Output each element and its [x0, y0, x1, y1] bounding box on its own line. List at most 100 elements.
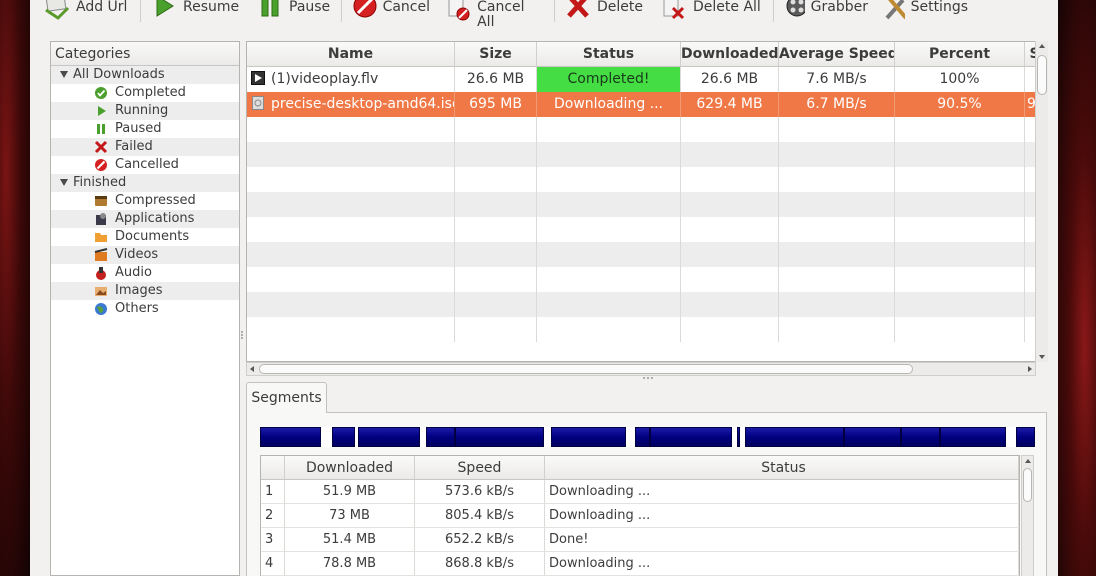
- segment-row[interactable]: 4 78.8 MB 868.8 kB/s Downloading ...: [261, 552, 1019, 576]
- scroll-up-icon[interactable]: [1039, 44, 1045, 48]
- cancelled-icon: [94, 158, 108, 172]
- segment-row[interactable]: 1 51.9 MB 573.6 kB/s Downloading ...: [261, 480, 1019, 504]
- pause-icon: [257, 0, 283, 22]
- grabber-button[interactable]: Grabber: [776, 0, 876, 22]
- category-finished[interactable]: Finished: [51, 174, 239, 192]
- pane-resize-handle[interactable]: [642, 377, 656, 381]
- segment-row[interactable]: 2 73 MB 805.4 kB/s Downloading ...: [261, 504, 1019, 528]
- empty-row: [247, 142, 1045, 167]
- delete-all-button[interactable]: Delete All: [653, 0, 771, 22]
- delete-all-icon: [661, 0, 687, 22]
- settings-button[interactable]: Settings: [876, 0, 976, 22]
- empty-row: [247, 292, 1045, 317]
- category-running[interactable]: Running: [51, 102, 239, 120]
- download-size: 695 MB: [455, 92, 537, 117]
- globe-icon: [94, 302, 108, 316]
- empty-row: [247, 192, 1045, 217]
- download-name: (1)videoplay.flv: [271, 71, 379, 87]
- download-speed: 6.7 MB/s: [779, 92, 895, 117]
- segment-block: [551, 427, 626, 447]
- category-videos[interactable]: Videos: [51, 246, 239, 264]
- empty-row: [247, 242, 1045, 267]
- expander-icon[interactable]: [60, 179, 68, 186]
- pause-button[interactable]: Pause: [249, 0, 339, 22]
- add-url-icon: [44, 0, 70, 22]
- download-downloaded: 26.6 MB: [681, 67, 779, 92]
- categories-panel: Categories All Downloads Completed Runni…: [50, 41, 240, 576]
- segments-vertical-scrollbar[interactable]: [1021, 455, 1034, 576]
- tab-segments[interactable]: Segments: [246, 382, 327, 413]
- applications-icon: [94, 212, 108, 226]
- scroll-left-icon[interactable]: [250, 366, 254, 372]
- empty-row: [247, 317, 1045, 342]
- segment-block: [745, 427, 844, 447]
- expander-icon[interactable]: [60, 71, 68, 78]
- download-status: Completed!: [537, 67, 681, 92]
- scrollbar-thumb[interactable]: [259, 364, 913, 374]
- scroll-up-icon[interactable]: [1025, 459, 1031, 463]
- category-applications[interactable]: Applications: [51, 210, 239, 228]
- cancel-button[interactable]: Cancel: [344, 0, 438, 22]
- resume-button[interactable]: Resume: [143, 0, 249, 22]
- downloads-vertical-scrollbar[interactable]: [1035, 41, 1048, 362]
- segments-progress-bar: [260, 427, 1035, 447]
- disc-image-file-icon: [251, 94, 265, 110]
- desktop-wallpaper-left: [0, 0, 30, 576]
- downloads-horizontal-scrollbar[interactable]: [246, 362, 1036, 376]
- failed-icon: [94, 140, 108, 154]
- settings-icon: [884, 0, 905, 22]
- toolbar-separator: [341, 0, 342, 22]
- column-header-downloaded[interactable]: Downloaded: [285, 456, 415, 479]
- toolbar-separator: [554, 0, 555, 22]
- column-header-downloaded[interactable]: Downloaded: [681, 42, 779, 66]
- grabber-icon: [784, 0, 805, 22]
- scroll-right-icon[interactable]: [1028, 366, 1032, 372]
- folder-icon: [94, 230, 108, 244]
- empty-row: [247, 167, 1045, 192]
- delete-button[interactable]: Delete: [557, 0, 653, 22]
- category-failed[interactable]: Failed: [51, 138, 239, 156]
- category-images[interactable]: Images: [51, 282, 239, 300]
- segment-block: [737, 427, 740, 447]
- category-audio[interactable]: Audio: [51, 264, 239, 282]
- delete-icon: [565, 0, 591, 22]
- category-others[interactable]: Others: [51, 300, 239, 318]
- column-header-size[interactable]: Size: [455, 42, 537, 66]
- running-icon: [94, 104, 108, 118]
- scrollbar-thumb[interactable]: [1023, 468, 1032, 502]
- download-row[interactable]: (1)videoplay.flv 26.6 MB Completed! 26.6…: [247, 67, 1045, 92]
- column-header-average-speed[interactable]: Average Speed: [779, 42, 895, 66]
- download-status: Downloading ...: [537, 92, 681, 117]
- category-cancelled[interactable]: Cancelled: [51, 156, 239, 174]
- segment-block: [358, 427, 420, 447]
- category-completed[interactable]: Completed: [51, 84, 239, 102]
- column-header-name[interactable]: Name: [247, 42, 455, 66]
- desktop-wallpaper-right: [1058, 0, 1096, 576]
- category-documents[interactable]: Documents: [51, 228, 239, 246]
- column-header-status[interactable]: Status: [537, 42, 681, 66]
- category-all-downloads[interactable]: All Downloads: [51, 66, 239, 84]
- download-name: precise-desktop-amd64.iso: [271, 96, 455, 112]
- video-file-icon: [251, 69, 265, 85]
- cancel-all-button[interactable]: Cancel All: [438, 0, 552, 30]
- categories-header: Categories: [51, 42, 239, 66]
- scroll-down-icon[interactable]: [1039, 355, 1045, 359]
- category-compressed[interactable]: Compressed: [51, 192, 239, 210]
- completed-icon: [94, 86, 108, 100]
- download-row-selected[interactable]: precise-desktop-amd64.iso 695 MB Downloa…: [247, 92, 1045, 117]
- category-paused[interactable]: Paused: [51, 120, 239, 138]
- scrollbar-thumb[interactable]: [1037, 55, 1047, 95]
- segment-block: [332, 427, 355, 447]
- column-header-speed[interactable]: Speed: [415, 456, 545, 479]
- pane-resize-handle[interactable]: [241, 330, 245, 344]
- column-header-index[interactable]: [261, 456, 285, 479]
- add-url-button[interactable]: Add Url: [30, 0, 138, 22]
- resume-icon: [151, 0, 177, 22]
- column-header-percent[interactable]: Percent: [895, 42, 1025, 66]
- download-downloaded: 629.4 MB: [681, 92, 779, 117]
- segment-block: [260, 427, 321, 447]
- column-header-status[interactable]: Status: [545, 456, 1019, 479]
- empty-row: [247, 117, 1045, 142]
- segment-row[interactable]: 3 51.4 MB 652.2 kB/s Done!: [261, 528, 1019, 552]
- download-speed: 7.6 MB/s: [779, 67, 895, 92]
